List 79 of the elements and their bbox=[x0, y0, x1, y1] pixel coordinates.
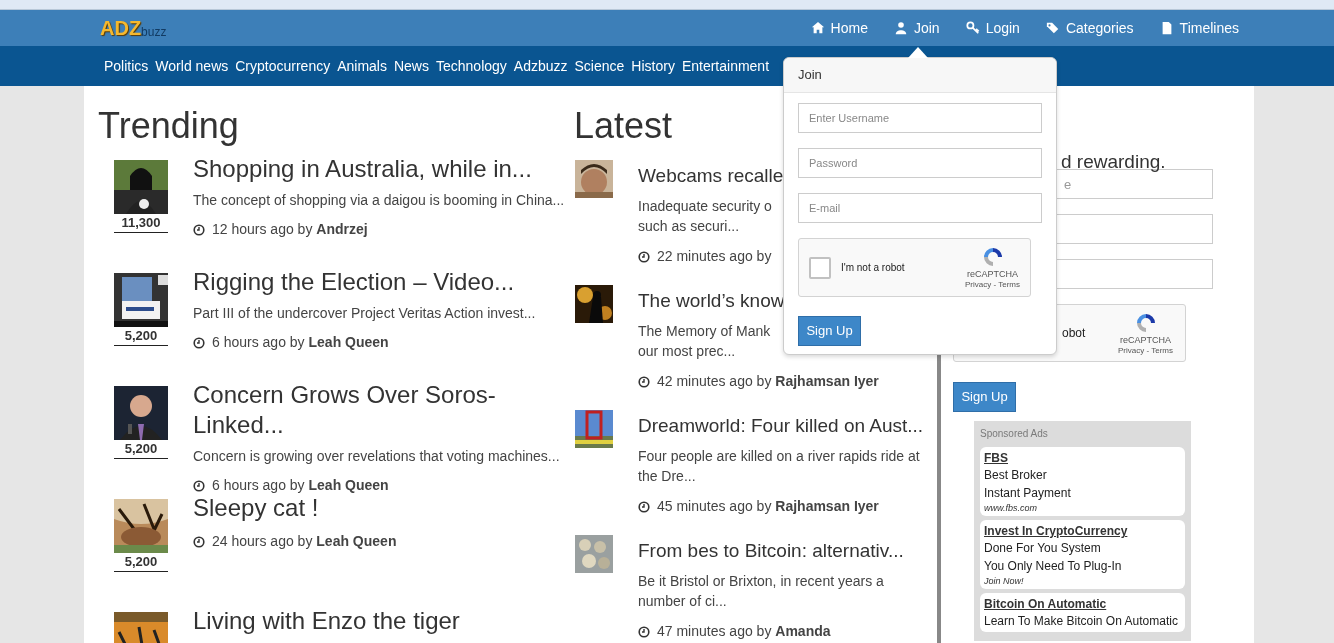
clock-icon bbox=[638, 500, 650, 513]
article-summary: Be it Bristol or Brixton, in recent years a number of ci... bbox=[638, 572, 884, 611]
ad-url: Join Now! bbox=[984, 575, 1025, 587]
article-title[interactable]: Sleepy cat ! bbox=[193, 493, 560, 523]
category-link[interactable]: Animals bbox=[337, 55, 387, 77]
article-meta: 22 minutes ago by bbox=[657, 247, 772, 266]
category-link[interactable]: Cryptocurrency bbox=[235, 55, 331, 77]
category-link[interactable]: Politics bbox=[104, 55, 149, 77]
article-summary: Concern is growing over revelations that voting machines... bbox=[193, 447, 560, 466]
captcha-label: I'm not a robot bbox=[841, 261, 905, 275]
input-field[interactable]: E-mail bbox=[798, 193, 1042, 223]
ad-link[interactable]: Invest In CryptoCurrency bbox=[984, 523, 1181, 539]
article-summary: The Memory of Mank our most prec... bbox=[638, 322, 771, 361]
article-summary: Part III of the undercover Project Veritas Action invest... bbox=[193, 304, 537, 323]
clock-icon bbox=[638, 250, 650, 263]
article-meta: 42 minutes ago by Rajhamsan Iyer bbox=[657, 372, 879, 391]
clock-icon bbox=[638, 625, 650, 638]
clock-icon bbox=[193, 223, 205, 236]
input-field[interactable]: Enter Username bbox=[798, 103, 1042, 133]
ad-text: Instant Payment bbox=[984, 485, 1072, 502]
article-summary: Four people are killed on a river rapids ride at the Dre... bbox=[638, 447, 920, 486]
ad-text: You Only Need To Plug-In bbox=[984, 558, 1123, 575]
section-heading: Trending bbox=[98, 106, 239, 148]
article-title[interactable]: Living with Enzo the tiger bbox=[193, 606, 560, 636]
captcha-brand: reCAPTCHA bbox=[967, 269, 1018, 280]
category-link[interactable]: Adzbuzz bbox=[513, 55, 568, 77]
article-title[interactable]: Dreamworld: Four killed on Aust... bbox=[638, 414, 937, 438]
nav-link[interactable]: Login bbox=[965, 10, 1020, 46]
ads-heading: Sponsored Ads bbox=[980, 427, 1049, 441]
section-heading: Latest bbox=[574, 106, 673, 148]
ad-link[interactable]: Bitcoin On Automatic bbox=[984, 596, 1181, 612]
input-field[interactable]: Password bbox=[798, 148, 1042, 178]
nav-link[interactable]: Join bbox=[893, 10, 940, 46]
article-meta: 12 hours ago by Andrzej bbox=[212, 220, 368, 239]
captcha-label: obot bbox=[1062, 325, 1086, 342]
article-title[interactable]: Rigging the Election – Video... bbox=[193, 267, 560, 297]
home-icon bbox=[810, 21, 825, 35]
view-count: 5,200 bbox=[114, 327, 168, 346]
category-link[interactable]: News bbox=[393, 55, 429, 77]
view-count: 5,200 bbox=[114, 440, 168, 459]
key-icon bbox=[965, 21, 980, 35]
article-summary: Inadequate security o such as securi... bbox=[638, 197, 772, 236]
nav-link[interactable]: Home bbox=[810, 10, 868, 46]
ad-text: Best Broker bbox=[984, 467, 1048, 484]
sign-up-button[interactable]: Sign Up bbox=[798, 316, 861, 346]
ad-link[interactable]: FBS bbox=[984, 450, 1181, 466]
clock-icon bbox=[193, 535, 205, 548]
tag-icon bbox=[1045, 21, 1060, 35]
category-link[interactable]: World news bbox=[155, 55, 229, 77]
captcha-links[interactable]: Privacy - Terms bbox=[965, 280, 1020, 290]
nav-link[interactable]: Categories bbox=[1045, 10, 1134, 46]
article-meta: 45 minutes ago by Rajhamsan Iyer bbox=[657, 497, 879, 516]
nav-link[interactable]: Timelines bbox=[1159, 10, 1239, 46]
view-count: 5,200 bbox=[114, 553, 168, 572]
ad-url: www.fbs.com bbox=[984, 502, 1038, 514]
category-link[interactable]: Entertainment bbox=[681, 55, 770, 77]
article-meta: 24 hours ago by Leah Queen bbox=[212, 532, 397, 551]
article-meta: 6 hours ago by Leah Queen bbox=[212, 476, 389, 495]
article-title[interactable]: Concern Grows Over Soros-Linked... bbox=[193, 380, 560, 440]
category-link[interactable]: History bbox=[631, 55, 675, 77]
view-count: 11,300 bbox=[114, 214, 168, 233]
ad-text: Done For You System bbox=[984, 540, 1102, 557]
article-title[interactable]: From bes to Bitcoin: alternativ... bbox=[638, 539, 937, 563]
clock-icon bbox=[193, 336, 205, 349]
article-meta: 6 hours ago by Leah Queen bbox=[212, 333, 389, 352]
captcha-brand: reCAPTCHA bbox=[1120, 334, 1171, 346]
sign-up-button[interactable]: Sign Up bbox=[953, 382, 1016, 412]
category-link[interactable]: Science bbox=[574, 55, 625, 77]
article-meta: 47 minutes ago by Amanda bbox=[657, 622, 831, 641]
clock-icon bbox=[638, 375, 650, 388]
checkbox[interactable] bbox=[809, 256, 831, 279]
popover-title: Join bbox=[784, 58, 1056, 93]
ad-text: Learn To Make Bitcoin On Automatic bbox=[984, 613, 1179, 630]
article-title[interactable]: Shopping in Australia, while in... bbox=[193, 154, 563, 184]
article-summary: The concept of shopping via a daigou is booming in China... bbox=[193, 191, 563, 210]
user-icon bbox=[893, 21, 908, 35]
category-link[interactable]: Technology bbox=[436, 55, 507, 77]
clock-icon bbox=[193, 479, 205, 492]
captcha-links[interactable]: Privacy - Terms bbox=[1118, 345, 1173, 356]
